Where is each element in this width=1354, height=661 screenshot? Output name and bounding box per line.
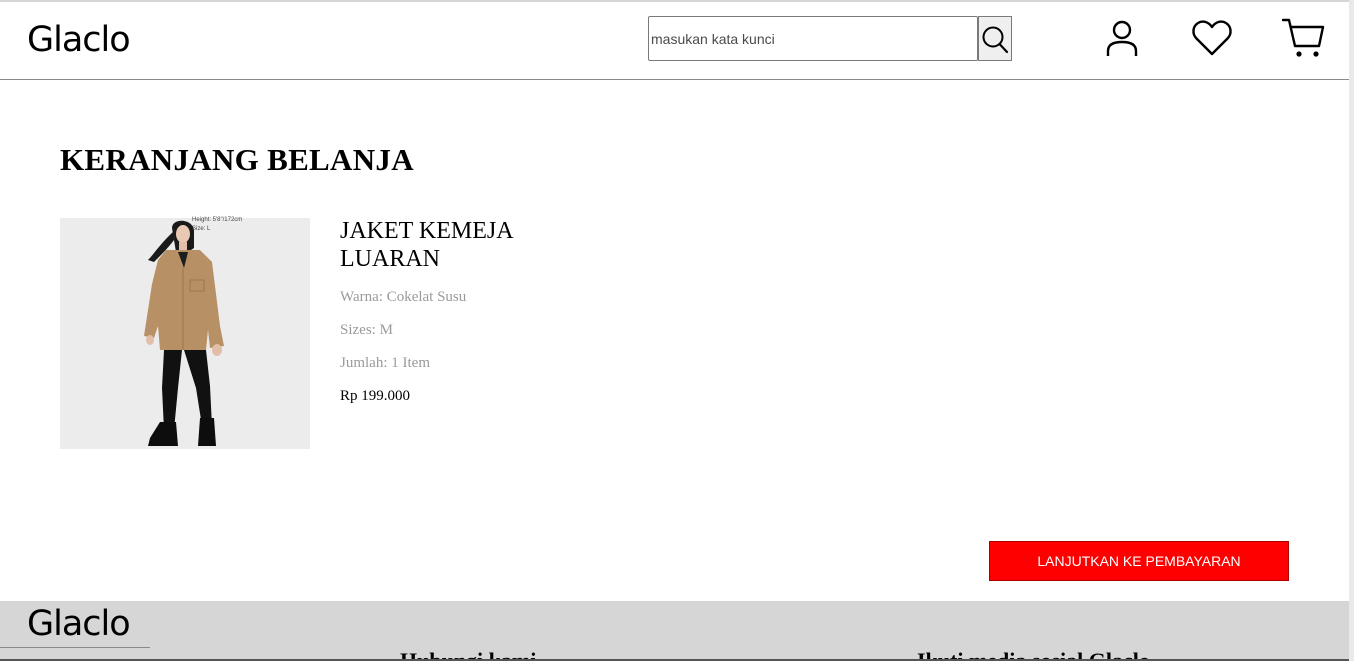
model-size-text: Size: L: [192, 226, 211, 232]
search-input[interactable]: [649, 17, 977, 60]
product-size: Sizes: M: [340, 322, 393, 338]
site-footer: Glaclo Hubungi kami Ikuti media sosial G…: [0, 601, 1349, 661]
model-height-text: Height: 5'8"/172cm: [192, 217, 243, 223]
heart-icon: [1192, 20, 1232, 56]
product-image[interactable]: [60, 218, 310, 449]
search-button[interactable]: [978, 16, 1012, 61]
footer-logo[interactable]: Glaclo: [27, 604, 131, 644]
page-title: KERANJANG BELANJA: [60, 142, 414, 177]
account-button[interactable]: [1103, 18, 1141, 58]
product-name[interactable]: JAKET KEMEJA LUARAN: [340, 217, 560, 273]
product-price: Rp 199.000: [340, 388, 411, 404]
product-quantity: Jumlah: 1 Item: [340, 355, 430, 371]
search-icon: [982, 26, 1009, 53]
checkout-button[interactable]: LANJUTKAN KE PEMBAYARAN: [989, 541, 1289, 581]
cart-icon: [1281, 18, 1325, 57]
product-color: Warna: Cokelat Susu: [340, 289, 467, 305]
image-caption: Height: 5'8"/172cm Size: L: [192, 216, 242, 234]
cart-button[interactable]: [1281, 16, 1327, 60]
user-icon: [1106, 20, 1138, 56]
wishlist-button[interactable]: [1190, 18, 1234, 58]
search-field[interactable]: [648, 16, 978, 61]
scrollbar-track[interactable]: [1349, 0, 1354, 661]
footer-divider: [0, 647, 150, 648]
model-jacket-photo: [60, 218, 310, 449]
brand-logo[interactable]: Glaclo: [27, 20, 131, 60]
